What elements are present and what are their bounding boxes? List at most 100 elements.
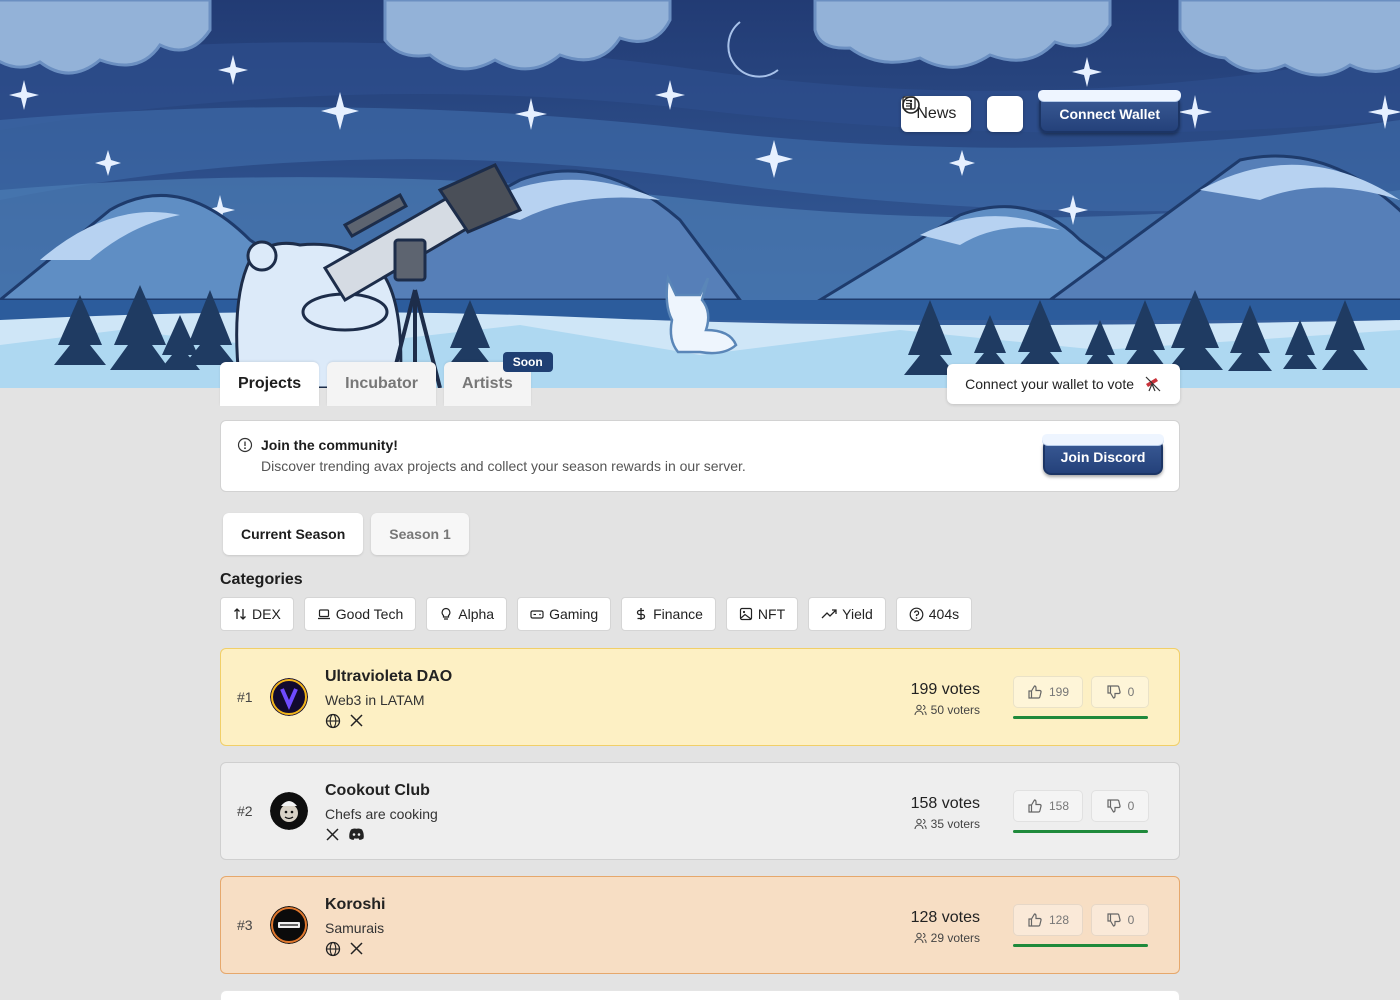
project-links bbox=[325, 713, 364, 729]
x-icon[interactable] bbox=[349, 941, 364, 956]
category-good-tech[interactable]: Good Tech bbox=[303, 597, 417, 631]
connect-wallet-button[interactable]: Connect Wallet bbox=[1038, 90, 1181, 133]
voters-label: 29 voters bbox=[930, 931, 980, 945]
project-rank: #2 bbox=[237, 803, 253, 819]
tab-label: Artists bbox=[462, 375, 513, 392]
users-icon bbox=[914, 818, 927, 830]
vote-ratio-fill bbox=[1013, 830, 1148, 833]
project-card[interactable]: #3 Koroshi Samurais 128 votes 29 voters … bbox=[220, 876, 1180, 974]
downvote-button[interactable]: 0 bbox=[1091, 676, 1149, 708]
voters-count: 35 voters bbox=[911, 817, 980, 831]
project-rank: #1 bbox=[237, 689, 253, 705]
project-logo-cookout-club bbox=[270, 792, 308, 830]
tab-label: Projects bbox=[238, 375, 302, 392]
x-icon[interactable] bbox=[349, 713, 364, 728]
tab-artists[interactable]: Artists Soon bbox=[444, 352, 553, 406]
community-text: Discover trending avax projects and coll… bbox=[261, 458, 746, 474]
join-discord-button[interactable]: Join Discord bbox=[1042, 434, 1164, 475]
laptop-icon bbox=[317, 609, 330, 620]
vote-count: 128 votes bbox=[910, 909, 980, 926]
tab-incubator[interactable]: Incubator bbox=[327, 362, 437, 406]
project-logo-ultravioleta bbox=[270, 678, 308, 716]
vote-ratio-fill bbox=[1013, 716, 1148, 719]
thumbs-down-icon bbox=[1107, 913, 1121, 927]
dollar-icon bbox=[636, 608, 646, 620]
downvote-count: 0 bbox=[1127, 799, 1135, 813]
arrows-up-down-icon bbox=[234, 608, 246, 620]
vote-summary: 128 votes 29 voters bbox=[911, 909, 980, 945]
header-actions: News Connect Wallet bbox=[901, 90, 1181, 133]
project-links bbox=[325, 827, 365, 842]
tab-projects[interactable]: Projects bbox=[220, 362, 320, 406]
project-name: Ultravioleta DAO bbox=[325, 668, 453, 685]
category-yield[interactable]: Yield bbox=[808, 597, 886, 631]
chip-label: Yield bbox=[842, 606, 873, 622]
info-icon bbox=[902, 96, 921, 114]
info-button[interactable] bbox=[902, 96, 1024, 132]
category-dex[interactable]: DEX bbox=[220, 597, 294, 631]
soon-badge: Soon bbox=[502, 352, 553, 372]
community-banner: Join the community! Discover trending av… bbox=[220, 420, 1180, 492]
upvote-button[interactable]: 128 bbox=[1013, 904, 1083, 936]
x-icon[interactable] bbox=[325, 827, 340, 842]
connect-wallet-label: Connect Wallet bbox=[1059, 106, 1160, 122]
downvote-count: 0 bbox=[1127, 913, 1135, 927]
thumbs-down-icon bbox=[1107, 799, 1121, 813]
discord-icon[interactable] bbox=[348, 827, 365, 841]
chip-label: DEX bbox=[252, 606, 281, 622]
categories-heading: Categories bbox=[220, 571, 303, 588]
question-circle-icon bbox=[909, 607, 924, 621]
project-name: Koroshi bbox=[325, 896, 386, 913]
chip-label: NFT bbox=[757, 606, 786, 622]
category-nft[interactable]: NFT bbox=[725, 597, 799, 631]
globe-icon[interactable] bbox=[325, 713, 341, 729]
category-finance[interactable]: Finance bbox=[621, 597, 716, 631]
tab-current-season[interactable]: Current Season bbox=[223, 513, 364, 555]
category-alpha[interactable]: Alpha bbox=[426, 597, 508, 631]
snow-cap-decoration bbox=[1038, 90, 1181, 101]
downvote-button[interactable]: 0 bbox=[1091, 904, 1149, 936]
upvote-count: 128 bbox=[1048, 913, 1070, 927]
downvote-count: 0 bbox=[1127, 685, 1135, 699]
thumbs-up-icon bbox=[1028, 685, 1042, 699]
tab-season-1[interactable]: Season 1 bbox=[371, 513, 469, 555]
voters-label: 50 voters bbox=[930, 703, 980, 717]
project-description: Samurais bbox=[325, 920, 385, 936]
vote-buttons: 158 0 bbox=[1013, 790, 1149, 822]
vote-buttons: 199 0 bbox=[1013, 676, 1149, 708]
season-switcher: Current Season Season 1 bbox=[223, 513, 469, 555]
project-card[interactable] bbox=[220, 990, 1180, 1000]
chip-label: Finance bbox=[653, 606, 703, 622]
vote-ratio-fill bbox=[1013, 944, 1148, 947]
project-logo-koroshi bbox=[270, 906, 308, 944]
downvote-button[interactable]: 0 bbox=[1091, 790, 1149, 822]
voters-count: 50 voters bbox=[911, 703, 980, 717]
voters-label: 35 voters bbox=[930, 817, 980, 831]
category-gaming[interactable]: Gaming bbox=[517, 597, 612, 631]
upvote-button[interactable]: 158 bbox=[1013, 790, 1083, 822]
project-card[interactable]: #1 Ultravioleta DAO Web3 in LATAM 199 vo… bbox=[220, 648, 1180, 746]
users-icon bbox=[914, 932, 927, 944]
upvote-count: 158 bbox=[1048, 799, 1070, 813]
join-discord-label: Join Discord bbox=[1060, 449, 1146, 465]
project-description: Chefs are cooking bbox=[325, 806, 438, 822]
category-filters: DEX Good Tech Alpha Gaming Finance NFT Y… bbox=[220, 597, 973, 631]
vote-count: 158 votes bbox=[910, 795, 980, 812]
project-name: Cookout Club bbox=[325, 782, 430, 799]
tab-label: Incubator bbox=[345, 375, 419, 392]
voters-count: 29 voters bbox=[911, 931, 980, 945]
connect-to-vote-notice[interactable]: Connect your wallet to vote bbox=[947, 364, 1180, 404]
hero-banner: News Connect Wallet bbox=[0, 0, 1400, 388]
main-tabs: Projects Incubator Artists Soon bbox=[220, 352, 553, 406]
category-404s[interactable]: 404s bbox=[895, 597, 973, 631]
upvote-button[interactable]: 199 bbox=[1013, 676, 1083, 708]
globe-icon[interactable] bbox=[325, 941, 341, 957]
winter-night-illustration bbox=[0, 0, 1400, 388]
vote-ratio-bar bbox=[1013, 944, 1148, 947]
chip-label: Good Tech bbox=[335, 606, 404, 622]
alert-circle-icon bbox=[237, 437, 253, 453]
trending-up-icon bbox=[821, 609, 837, 619]
project-card[interactable]: #2 Cookout Club Chefs are cooking 158 vo… bbox=[220, 762, 1180, 860]
lightbulb-icon bbox=[441, 607, 451, 620]
thumbs-up-icon bbox=[1028, 799, 1042, 813]
